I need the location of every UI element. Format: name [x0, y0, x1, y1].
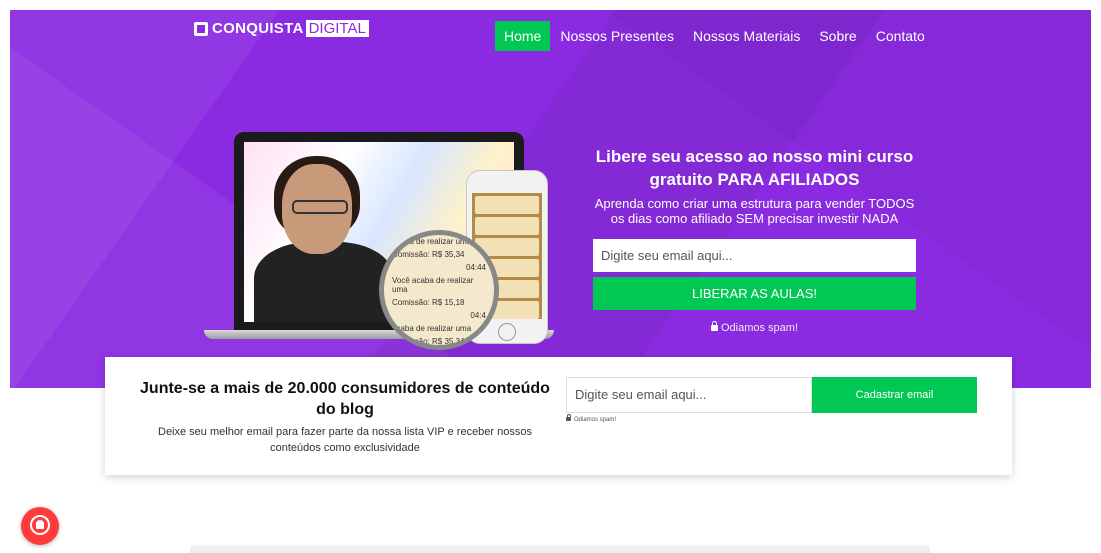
brand-logo[interactable]: CONQUISTA DIGITAL [194, 20, 369, 37]
newsletter-subtitle: Deixe seu melhor email para fazer parte … [158, 426, 532, 454]
nav-nossos-materiais[interactable]: Nossos Materiais [684, 21, 809, 51]
mag-text: Comissão: R$ 15,18 [392, 298, 465, 307]
newsletter-title: Junte-se a mais de 20.000 consumidores d… [140, 380, 550, 418]
mag-text: Comissão: R$ 35,34 [392, 250, 465, 259]
lock-icon [566, 414, 571, 421]
person-body [254, 242, 394, 322]
main-nav: Home Nossos Presentes Nossos Materiais S… [495, 21, 935, 51]
mag-text: 04:44 [465, 263, 486, 272]
glasses [292, 200, 348, 214]
nav-home[interactable]: Home [495, 21, 551, 51]
mag-text: 04:4 [470, 311, 486, 320]
bell-icon [30, 515, 50, 535]
newsletter-spam-text: Odiamos spam! [574, 417, 617, 423]
next-section-edge [190, 545, 930, 553]
brand-box-icon [194, 21, 208, 36]
phone-notification [475, 217, 539, 235]
phone-notification [475, 196, 539, 214]
liberar-aulas-button[interactable]: LIBERAR AS AULAS! [593, 277, 916, 310]
nav-nossos-presentes[interactable]: Nossos Presentes [551, 21, 683, 51]
newsletter-spam-note: Odiamos spam! [566, 414, 617, 423]
nav-sobre[interactable]: Sobre [810, 21, 865, 51]
mag-text: acaba de realizar uma [392, 324, 472, 333]
brand-name-part2: DIGITAL [305, 20, 369, 37]
hero-section: CONQUISTA DIGITAL Home Nossos Presentes … [10, 10, 1091, 388]
cadastrar-email-button[interactable]: Cadastrar email [812, 377, 977, 413]
hero-form: Libere seu acesso ao nosso mini curso gr… [593, 145, 916, 334]
newsletter-text: Junte-se a mais de 20.000 consumidores d… [135, 378, 555, 456]
magnifier-lens: acaba de realizar uma Comissão: R$ 35,34… [379, 230, 499, 350]
mag-text: Você acaba de realizar uma [392, 276, 474, 294]
hero-subtitle: Aprenda como criar uma estrutura para ve… [594, 196, 915, 226]
hero-spam-note: Odiamos spam! [593, 321, 916, 334]
nav-contato[interactable]: Contato [867, 21, 934, 51]
newsletter-email-input[interactable]: Digite seu email aqui... [566, 377, 812, 413]
phone-home-button [498, 323, 516, 341]
hero-spam-text: Odiamos spam! [720, 322, 799, 334]
lock-icon [710, 321, 718, 331]
brand-name-part1: CONQUISTA [212, 20, 304, 37]
device-mockup-image: acaba de realizar uma Comissão: R$ 35,34… [204, 130, 564, 355]
hero-title: Libere seu acesso ao nosso mini curso gr… [595, 147, 914, 189]
hero-email-input[interactable]: Digite seu email aqui... [593, 239, 916, 272]
newsletter-card: Junte-se a mais de 20.000 consumidores d… [105, 357, 1012, 475]
notification-bell-button[interactable] [21, 507, 59, 545]
